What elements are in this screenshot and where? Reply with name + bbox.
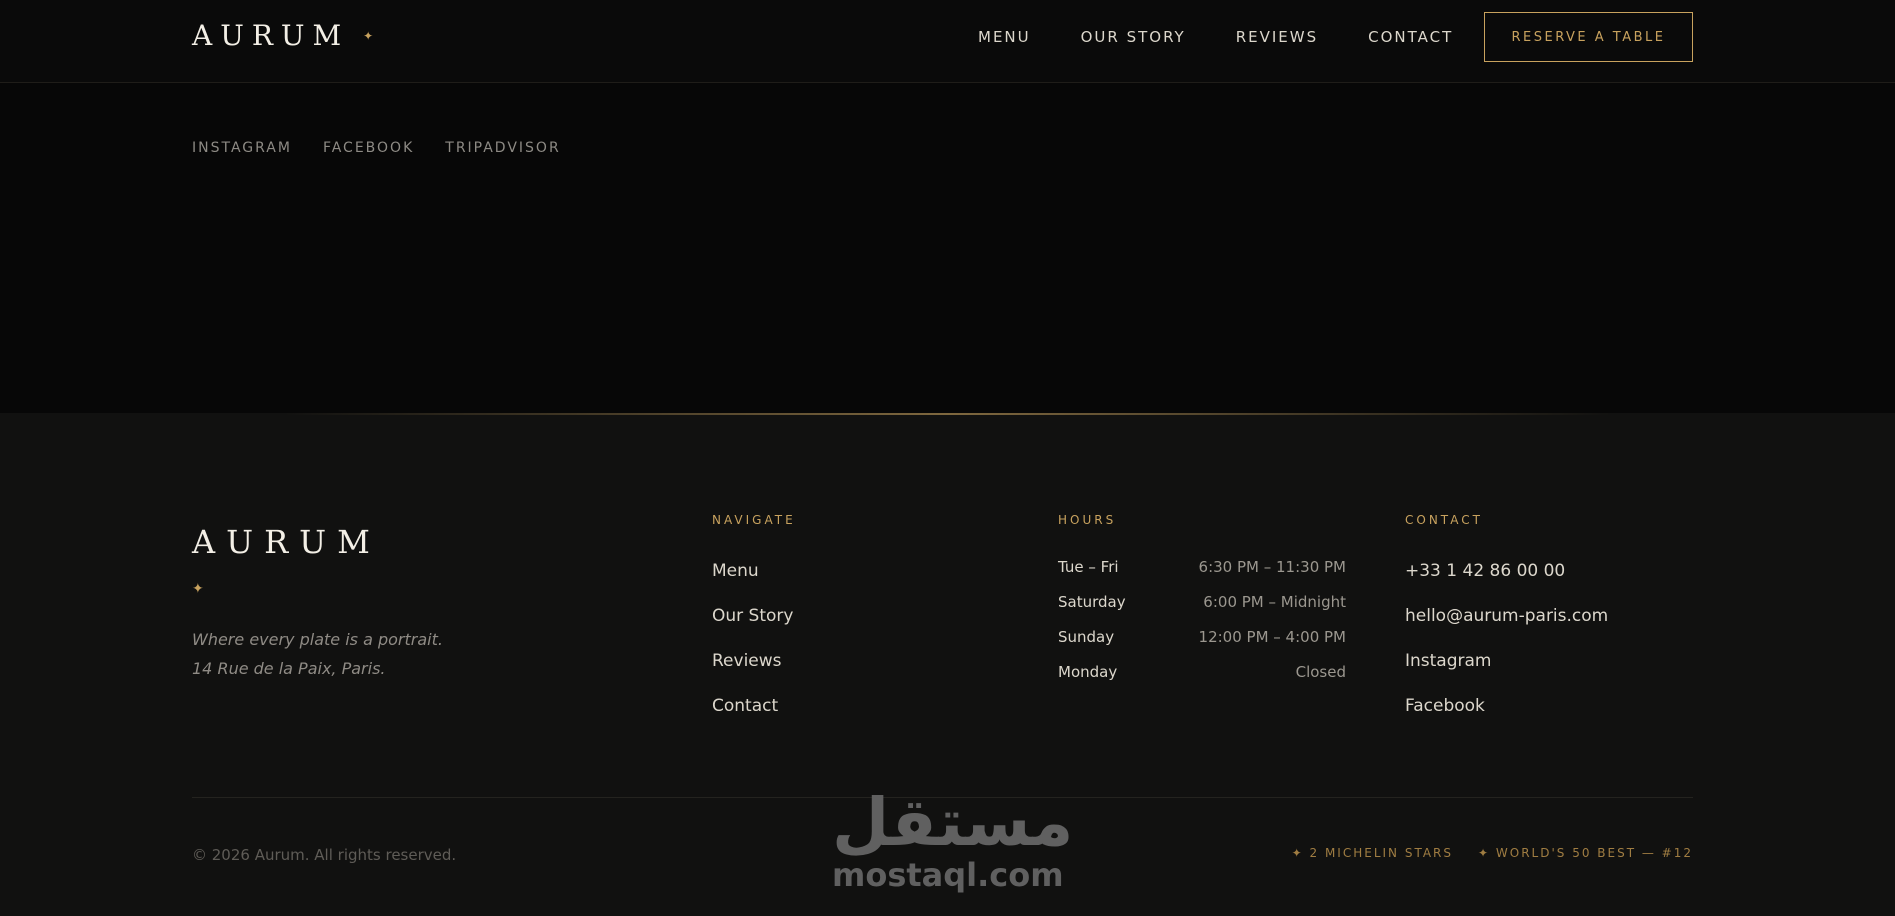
- footer-contact: +33 1 42 86 00 00 hello@aurum-paris.com …: [1405, 561, 1608, 741]
- star-icon: ✦: [363, 28, 374, 43]
- hours-row: Tue – Fri 6:30 PM – 11:30 PM: [1058, 558, 1346, 593]
- social-links: INSTAGRAM FACEBOOK TRIPADVISOR: [192, 140, 561, 156]
- footer-link-our-story[interactable]: Our Story: [712, 606, 793, 651]
- copyright-text: © 2026 Aurum. All rights reserved.: [192, 846, 457, 864]
- address-text: 14 Rue de la Paix, Paris.: [192, 659, 386, 678]
- contact-heading: CONTACT: [1405, 513, 1483, 527]
- watermark-arabic: مستقل: [832, 784, 1074, 861]
- social-link-facebook[interactable]: FACEBOOK: [323, 140, 414, 156]
- reserve-table-button[interactable]: RESERVE A TABLE: [1484, 12, 1693, 62]
- opening-hours: Tue – Fri 6:30 PM – 11:30 PM Saturday 6:…: [1058, 558, 1346, 698]
- footer-logo: AURUM: [192, 523, 381, 561]
- main-nav: MENU OUR STORY REVIEWS CONTACT: [978, 28, 1453, 46]
- tagline-text: Where every plate is a portrait.: [192, 630, 443, 649]
- award-badge: ✦ WORLD'S 50 BEST — #12: [1478, 846, 1693, 860]
- hours-heading: HOURS: [1058, 513, 1117, 527]
- hours-time: Closed: [1295, 663, 1346, 681]
- hours-row: Monday Closed: [1058, 663, 1346, 698]
- nav-link-reviews[interactable]: REVIEWS: [1236, 28, 1318, 46]
- hours-day: Sunday: [1058, 628, 1115, 646]
- watermark-latin: mostaql.com: [832, 856, 1064, 894]
- phone-link[interactable]: +33 1 42 86 00 00: [1405, 561, 1608, 606]
- footer-link-contact[interactable]: Contact: [712, 696, 793, 741]
- star-icon: ✦: [192, 581, 204, 597]
- social-link-instagram[interactable]: INSTAGRAM: [192, 140, 292, 156]
- hours-day: Tue – Fri: [1058, 558, 1119, 576]
- site-header: AURUM ✦ MENU OUR STORY REVIEWS CONTACT R…: [0, 0, 1895, 83]
- footer-link-facebook[interactable]: Facebook: [1405, 696, 1608, 741]
- footer-tagline: Where every plate is a portrait. 14 Rue …: [192, 625, 443, 683]
- hours-time: 6:00 PM – Midnight: [1203, 593, 1346, 611]
- watermark-logo: مستقل mostaql.com: [832, 784, 1074, 898]
- hours-time: 12:00 PM – 4:00 PM: [1198, 628, 1346, 646]
- nav-link-menu[interactable]: MENU: [978, 28, 1031, 46]
- email-link[interactable]: hello@aurum-paris.com: [1405, 606, 1608, 651]
- hours-day: Saturday: [1058, 593, 1126, 611]
- footer-link-reviews[interactable]: Reviews: [712, 651, 793, 696]
- navigate-heading: NAVIGATE: [712, 513, 796, 527]
- gold-divider: [0, 413, 1895, 415]
- awards: ✦ 2 MICHELIN STARS ✦ WORLD'S 50 BEST — #…: [1292, 846, 1693, 860]
- social-link-tripadvisor[interactable]: TRIPADVISOR: [445, 140, 560, 156]
- hours-row: Sunday 12:00 PM – 4:00 PM: [1058, 628, 1346, 663]
- footer-nav: Menu Our Story Reviews Contact: [712, 561, 793, 741]
- footer-link-instagram[interactable]: Instagram: [1405, 651, 1608, 696]
- brand-logo[interactable]: AURUM ✦: [192, 19, 373, 52]
- logo-text: AURUM: [192, 19, 350, 52]
- hours-day: Monday: [1058, 663, 1118, 681]
- award-badge: ✦ 2 MICHELIN STARS: [1291, 846, 1454, 860]
- hours-row: Saturday 6:00 PM – Midnight: [1058, 593, 1346, 628]
- footer-link-menu[interactable]: Menu: [712, 561, 793, 606]
- nav-link-our-story[interactable]: OUR STORY: [1081, 28, 1186, 46]
- hours-time: 6:30 PM – 11:30 PM: [1198, 558, 1346, 576]
- nav-link-contact[interactable]: CONTACT: [1368, 28, 1453, 46]
